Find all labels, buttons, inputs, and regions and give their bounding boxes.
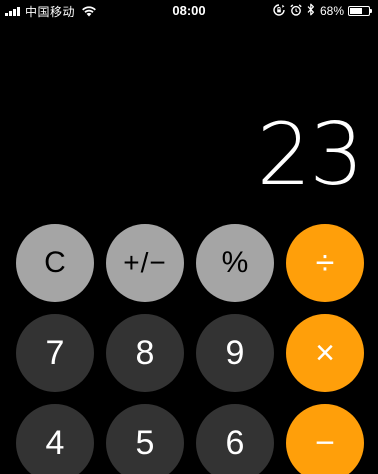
bluetooth-icon [307, 3, 315, 19]
clear-button[interactable]: C [16, 224, 94, 302]
percent-label: % [221, 246, 249, 279]
subtract-label: − [315, 424, 335, 462]
digit-5-label: 5 [135, 424, 155, 462]
battery-level [350, 8, 362, 14]
status-bar: 中国移动 08:00 68% [0, 0, 378, 22]
digit-9-button[interactable]: 9 [196, 314, 274, 392]
result-display: 23 [256, 105, 364, 205]
digit-9-label: 9 [225, 334, 245, 372]
digit-4-label: 4 [45, 424, 65, 462]
subtract-button[interactable]: − [286, 404, 364, 474]
status-bar-right: 68% [268, 3, 372, 19]
multiply-button[interactable]: × [286, 314, 364, 392]
battery-icon [348, 6, 372, 16]
digit-5-button[interactable]: 5 [106, 404, 184, 474]
orientation-lock-icon [273, 3, 285, 19]
plus-minus-button[interactable]: +/− [106, 224, 184, 302]
calculator-screen: 中国移动 08:00 68% 23 C +/− % ÷ 7 8 9 × 4 5 … [0, 0, 378, 474]
battery-percentage: 68% [319, 4, 344, 18]
digit-8-label: 8 [135, 334, 155, 372]
alarm-icon [290, 3, 302, 19]
clear-label: C [44, 246, 66, 279]
multiply-label: × [315, 334, 335, 372]
plus-minus-label: +/− [123, 247, 167, 278]
digit-7-button[interactable]: 7 [16, 314, 94, 392]
divide-label: ÷ [315, 244, 335, 282]
digit-7-label: 7 [45, 334, 65, 372]
digit-6-label: 6 [225, 424, 245, 462]
digit-6-button[interactable]: 6 [196, 404, 274, 474]
digit-4-button[interactable]: 4 [16, 404, 94, 474]
digit-8-button[interactable]: 8 [106, 314, 184, 392]
divide-button[interactable]: ÷ [286, 224, 364, 302]
percent-button[interactable]: % [196, 224, 274, 302]
